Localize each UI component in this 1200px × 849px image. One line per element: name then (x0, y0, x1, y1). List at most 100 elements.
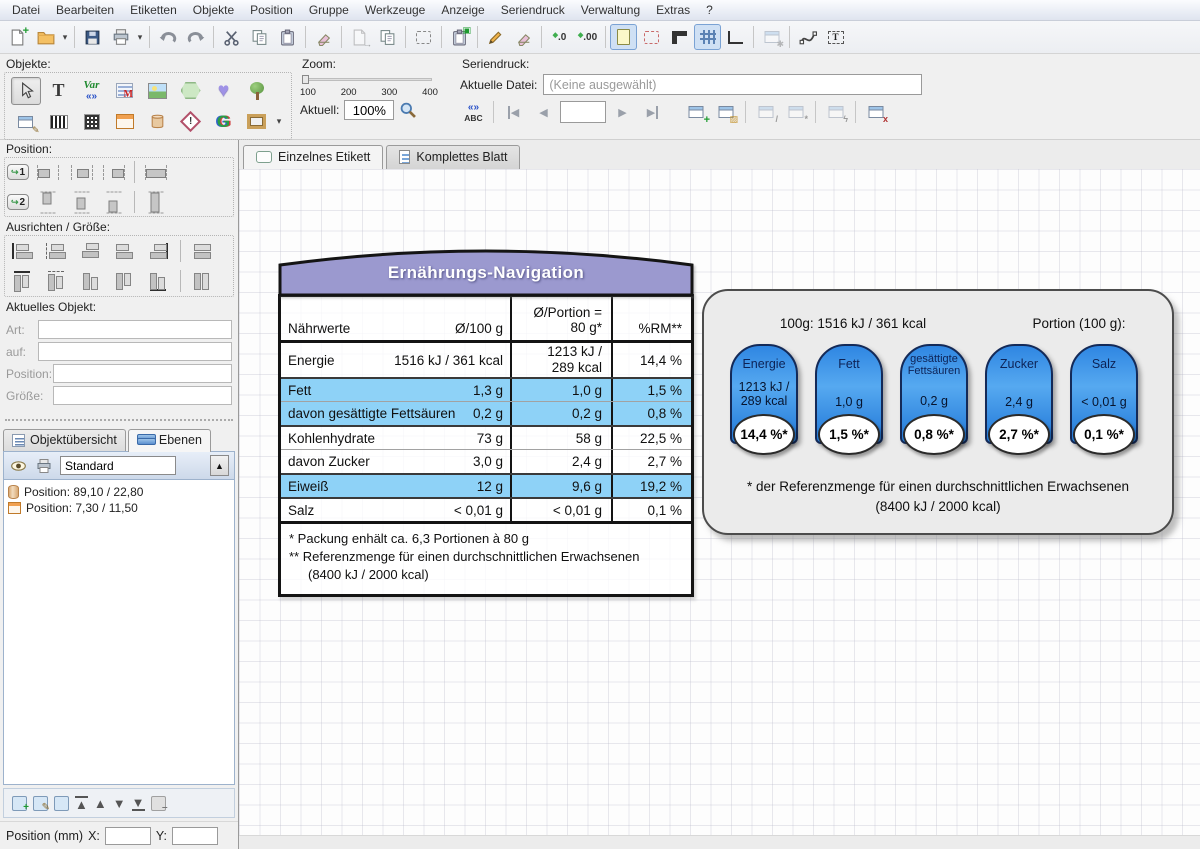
layer-scroll-up-button[interactable]: ▲ (210, 455, 229, 476)
open-datasource-button[interactable]: ▨ (712, 99, 739, 125)
align-middle-v-button[interactable] (82, 271, 98, 291)
decimal-two-button[interactable]: ◆.00 (574, 24, 601, 50)
position-preset-2-button[interactable]: ↪2 (7, 194, 29, 210)
align-center-h-button[interactable] (71, 165, 93, 180)
remove-layer-button[interactable]: – (151, 796, 166, 811)
align-centers-h-button[interactable] (46, 243, 66, 259)
next-record-button[interactable]: ▶ (609, 99, 636, 125)
bring-to-front-button[interactable]: ▲ (75, 796, 88, 811)
position-input[interactable] (53, 364, 232, 383)
menu-werkzeuge[interactable]: Werkzeuge (357, 1, 433, 19)
text-frame-button[interactable]: T (822, 24, 849, 50)
align-right-edge-button[interactable] (103, 165, 125, 180)
edit-datasource-button[interactable]: / (752, 99, 779, 125)
text-tool-button[interactable]: T (44, 77, 74, 105)
align-centers-v-button[interactable] (48, 271, 64, 291)
stretch-h-button[interactable] (145, 165, 167, 180)
menu-objekte[interactable]: Objekte (185, 1, 242, 19)
heart-shape-tool-button[interactable]: ♥ (209, 77, 239, 105)
aktuelle-datei-input[interactable] (543, 74, 922, 95)
stretch-v-button[interactable] (149, 191, 164, 213)
align-lefts-button[interactable] (12, 243, 32, 259)
menu-extras[interactable]: Extras (648, 1, 698, 19)
mailmerge-fields-button[interactable]: «»ABC (460, 99, 487, 125)
decimal-one-button[interactable]: ◆.0 (546, 24, 573, 50)
record-number-input[interactable] (560, 101, 606, 123)
selection-frame-button[interactable] (410, 24, 437, 50)
select-tool-button[interactable] (11, 77, 41, 105)
undo-button[interactable] (154, 24, 181, 50)
menu-verwaltung[interactable]: Verwaltung (573, 1, 648, 19)
align-left-edge-button[interactable] (37, 165, 59, 180)
comment-button[interactable] (510, 24, 537, 50)
axes-button[interactable] (722, 24, 749, 50)
align-middle-h-button[interactable] (80, 243, 100, 259)
grid-button[interactable] (694, 24, 721, 50)
align-bottom-edge-button[interactable] (107, 191, 122, 213)
special-print-button[interactable]: ✱ (758, 24, 785, 50)
tab-ebenen[interactable]: Ebenen (128, 429, 211, 452)
position-preset-1-button[interactable]: ↪1 (7, 164, 29, 180)
cut-button[interactable] (218, 24, 245, 50)
zoom-value-input[interactable] (344, 100, 394, 120)
nutrition-table-object[interactable]: Ernährungs-Navigation NährwerteØ/100 g Ø… (278, 236, 694, 597)
duplicate-button[interactable] (374, 24, 401, 50)
align-center-v-button[interactable] (75, 191, 90, 213)
menu-help[interactable]: ? (698, 1, 721, 19)
align-mirror-v-button[interactable] (116, 271, 132, 291)
zoom-slider[interactable] (302, 75, 432, 83)
tab-einzelnes-etikett[interactable]: Einzelnes Etikett (243, 145, 383, 169)
art-input[interactable] (38, 320, 232, 339)
tab-objektuebersicht[interactable]: Objektübersicht (3, 429, 126, 451)
auf-input[interactable] (38, 342, 232, 361)
send-to-back-button[interactable]: ▼ (132, 796, 145, 811)
menu-bearbeiten[interactable]: Bearbeiten (48, 1, 122, 19)
text-block-tool-button[interactable]: M (110, 77, 140, 105)
menu-gruppe[interactable]: Gruppe (301, 1, 357, 19)
redo-button[interactable] (182, 24, 209, 50)
prev-record-button[interactable]: ◀ (530, 99, 557, 125)
show-margins-button[interactable] (638, 24, 665, 50)
open-dropdown[interactable]: ▾ (60, 32, 70, 43)
qrcode-tool-button[interactable] (77, 108, 107, 136)
align-bottoms-button[interactable] (150, 271, 166, 291)
design-canvas[interactable]: Ernährungs-Navigation NährwerteØ/100 g Ø… (239, 169, 1200, 835)
y-coordinate-input[interactable] (172, 827, 218, 845)
frame-tool-button[interactable] (242, 108, 272, 136)
x-coordinate-input[interactable] (105, 827, 151, 845)
disconnect-datasource-button[interactable]: x (862, 99, 889, 125)
list-item[interactable]: Position: 89,10 / 22,80 (8, 485, 230, 499)
shape-tool-button[interactable] (143, 108, 173, 136)
show-label-bounds-button[interactable] (610, 24, 637, 50)
same-height-button[interactable] (194, 271, 210, 291)
delete-button[interactable] (310, 24, 337, 50)
gda-panel-object[interactable]: 100g: 1516 kJ / 361 kcal Portion (100 g)… (702, 289, 1174, 535)
layer-name-input[interactable] (60, 456, 176, 475)
hazard-symbol-tool-button[interactable]: ! (176, 108, 206, 136)
align-mirror-h-button[interactable] (114, 243, 134, 259)
tab-komplettes-blatt[interactable]: Komplettes Blatt (386, 145, 520, 169)
list-item[interactable]: Position: 7,30 / 11,50 (8, 501, 230, 515)
zoom-fit-icon[interactable] (399, 101, 417, 119)
align-rights-button[interactable] (148, 243, 168, 259)
menu-anzeige[interactable]: Anzeige (433, 1, 492, 19)
copy-button[interactable] (246, 24, 273, 50)
image-tool-button[interactable] (143, 77, 173, 105)
barcode-tool-button[interactable] (44, 108, 74, 136)
menu-etiketten[interactable]: Etiketten (122, 1, 185, 19)
paste-special-button[interactable]: ▣ (446, 24, 473, 50)
edit-layer-button[interactable]: ✎ (33, 796, 48, 811)
curve-tool-button[interactable] (794, 24, 821, 50)
groesse-input[interactable] (53, 386, 232, 405)
open-button[interactable] (32, 24, 59, 50)
new-document-button[interactable]: + (4, 24, 31, 50)
add-layer-button[interactable]: + (12, 796, 27, 811)
align-top-edge-button[interactable] (41, 191, 56, 213)
refresh-datasource-button[interactable]: ϟ (822, 99, 849, 125)
variable-text-tool-button[interactable]: Var«» (77, 77, 107, 105)
clipart-tool-button[interactable] (242, 77, 272, 105)
ruler-button[interactable] (666, 24, 693, 50)
print-button[interactable] (107, 24, 134, 50)
datasource-settings-button[interactable]: * (782, 99, 809, 125)
menu-datei[interactable]: Datei (4, 1, 48, 19)
